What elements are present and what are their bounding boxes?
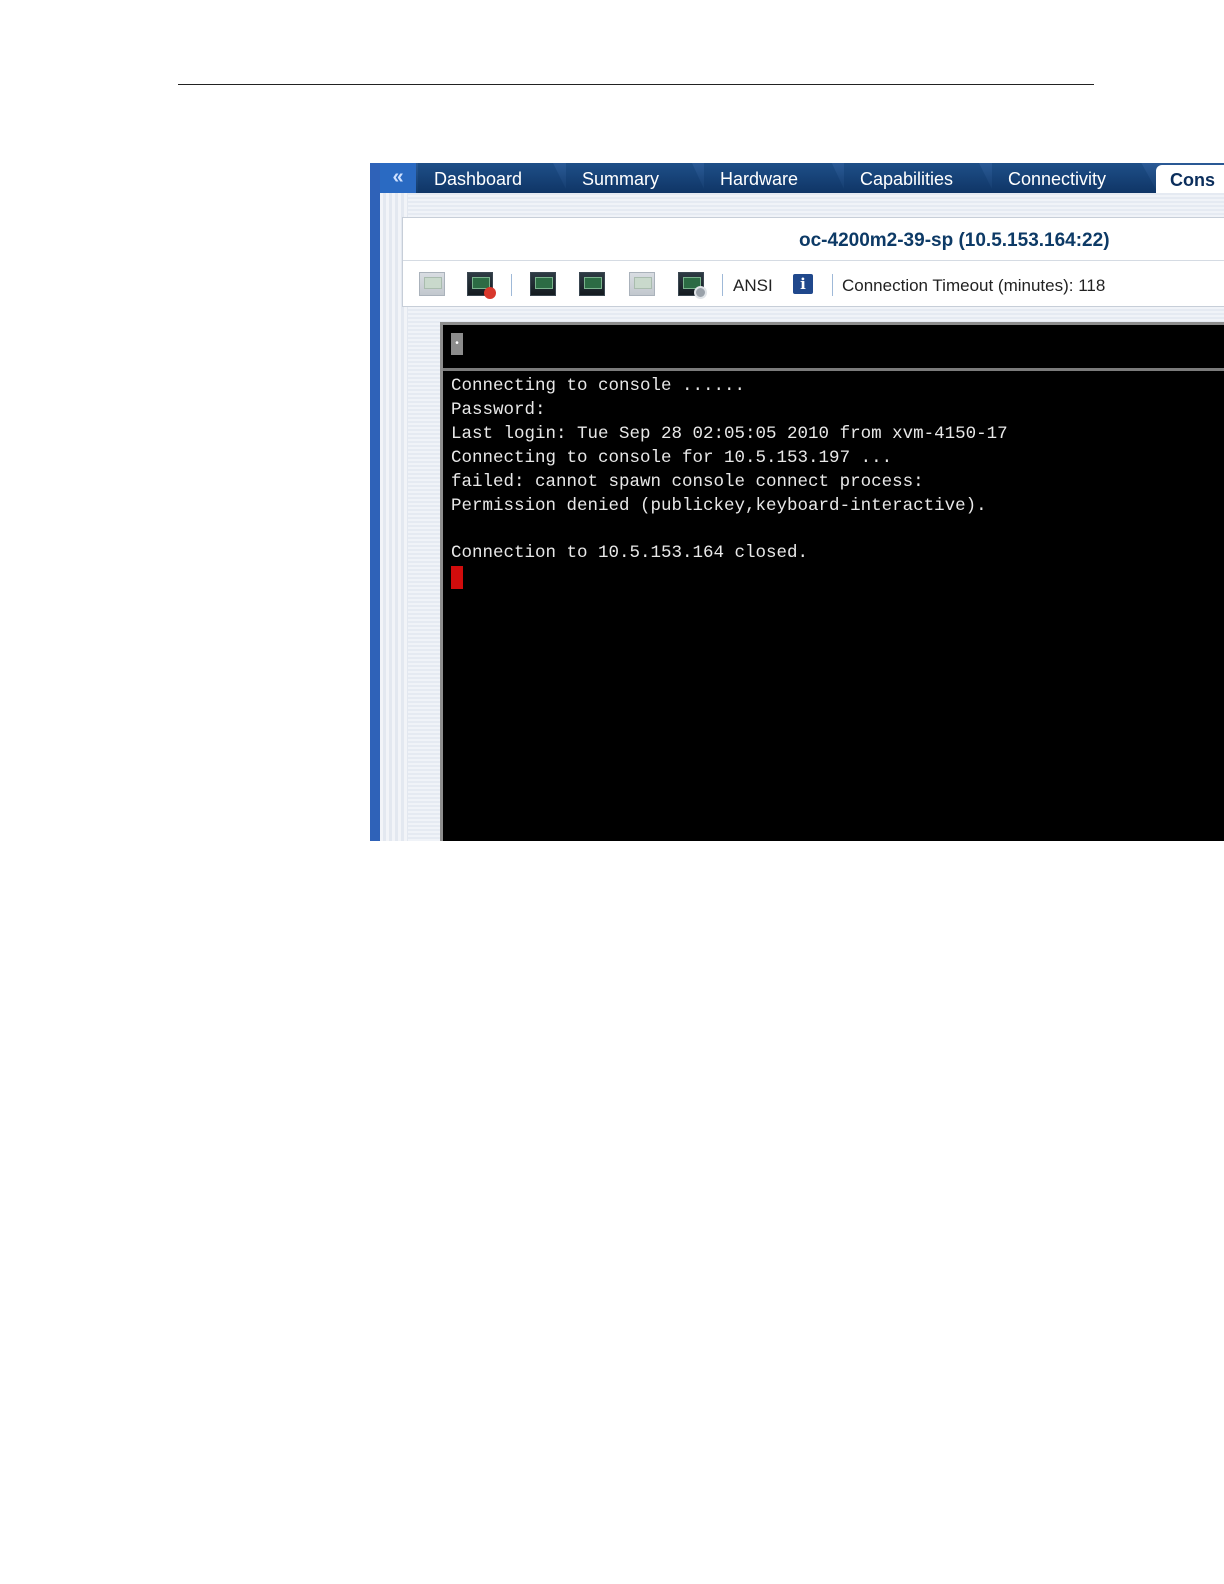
panel-divider [403,260,1224,261]
terminal-cursor-line [451,566,1008,590]
terminal-menu-icon[interactable]: • [451,333,463,355]
console-title: oc-4200m2-39-sp (10.5.153.164:22) [799,230,1110,251]
toolbar-separator [722,274,723,296]
terminal-line: Connecting to console for 10.5.153.197 .… [451,447,893,468]
console-panel: oc-4200m2-39-sp (10.5.153.164:22) ANSI i… [402,217,1224,307]
page-header-rule [178,84,1094,85]
terminal-output[interactable]: Connecting to console ...... Password: Las… [451,375,1008,590]
terminal-line: Connection to 10.5.153.164 closed. [451,543,809,564]
info-icon[interactable]: i [793,274,813,294]
toolbar-separator [832,274,833,296]
terminal-window[interactable]: • Connecting to console ...... Password: L… [440,322,1224,841]
left-frame-edge [370,163,380,841]
connection-timeout: Connection Timeout (minutes): 118 [842,276,1105,296]
tab-dashboard[interactable]: Dashboard [418,163,568,193]
toolbar-separator [511,274,512,296]
disconnect-badge-icon [484,287,496,299]
gear-icon [694,286,707,299]
tab-hardware[interactable]: Hardware [704,163,846,193]
console-disabled-icon[interactable] [629,272,655,296]
terminal-line: Password: [451,399,546,420]
terminal-line: Connecting to console ...... [451,376,746,396]
terminal-line: Permission denied (publickey,keyboard-in… [451,495,987,516]
timeout-value: 118 [1078,276,1106,295]
terminal-line: Last login: Tue Sep 28 02:05:05 2010 fro… [451,423,1008,444]
tab-summary[interactable]: Summary [566,163,706,193]
tab-capabilities[interactable]: Capabilities [844,163,994,193]
console-icon[interactable] [530,272,556,296]
collapse-icon[interactable]: « [380,163,416,193]
tab-bar: « Dashboard Summary Hardware Capabilitie… [380,163,1224,193]
console-refresh-icon[interactable] [579,272,605,296]
timeout-label: Connection Timeout (minutes): [842,276,1074,295]
terminal-header: • [443,325,1224,371]
terminal-cursor [451,566,463,590]
console-screenshot: « Dashboard Summary Hardware Capabilitie… [370,163,1224,841]
connect-icon[interactable] [419,272,445,296]
tab-connectivity[interactable]: Connectivity [992,163,1158,193]
encoding-label[interactable]: ANSI [733,276,773,296]
disconnect-icon[interactable] [467,272,496,299]
console-settings-icon[interactable] [678,272,707,299]
tab-console[interactable]: Cons [1156,165,1224,193]
terminal-line: failed: cannot spawn console connect pro… [451,471,924,492]
